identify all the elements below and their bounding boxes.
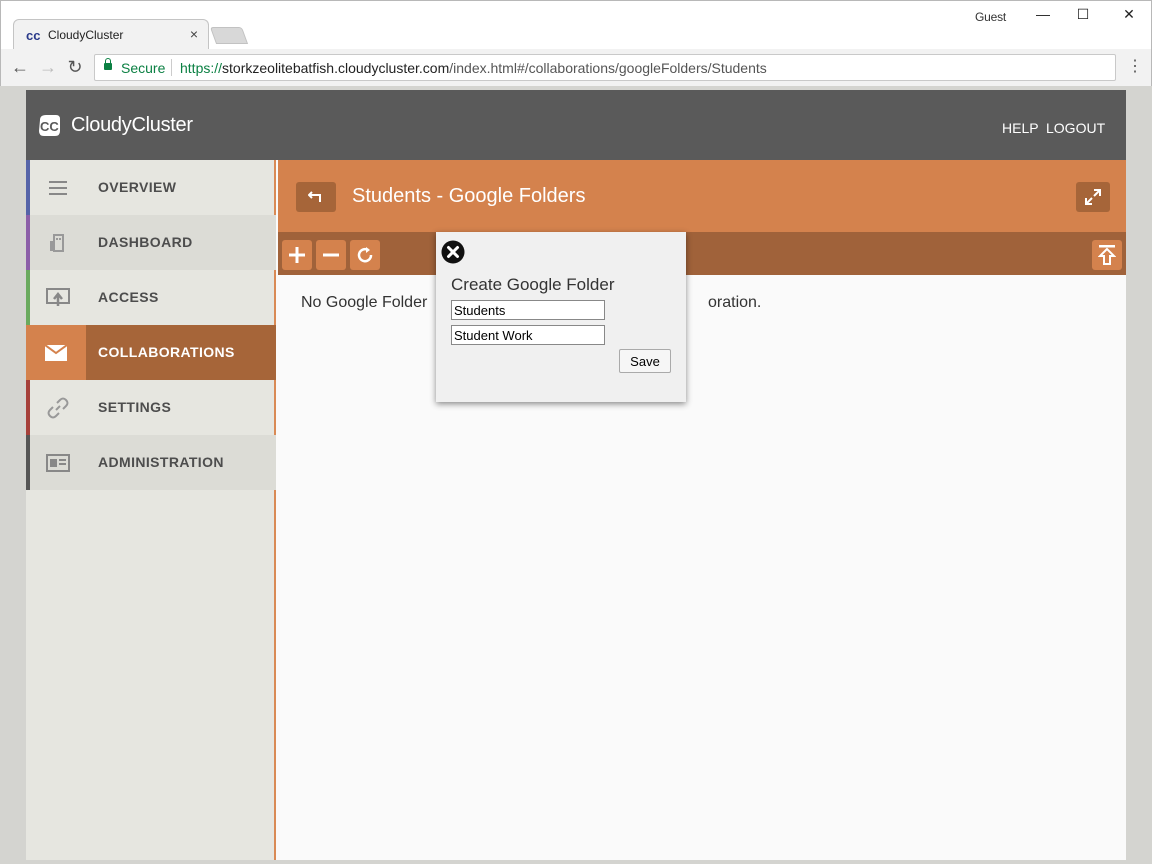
browser-chrome: cc CloudyCluster × Guest — ☐ ✕ ← → ↻ Sec… [0, 0, 1152, 87]
sidebar-item-access[interactable]: ACCESS [26, 270, 276, 325]
content-toolbar [278, 232, 1126, 275]
secure-label: Secure [121, 60, 166, 76]
upload-button[interactable] [1092, 240, 1122, 270]
browser-titlebar: cc CloudyCluster × Guest — ☐ ✕ [1, 1, 1151, 49]
sidebar-item-dashboard[interactable]: DASHBOARD [26, 215, 276, 270]
new-tab-button[interactable] [209, 27, 249, 44]
sidebar-item-collaborations[interactable]: COLLABORATIONS [26, 325, 276, 380]
expand-icon [1085, 189, 1101, 205]
dashboard-icon [30, 215, 86, 270]
reload-icon[interactable]: ↻ [64, 57, 86, 77]
envelope-icon [26, 325, 86, 380]
close-window-icon[interactable]: ✕ [1119, 6, 1139, 23]
back-button[interactable] [296, 182, 336, 212]
minus-icon [323, 253, 339, 257]
access-icon [30, 270, 86, 325]
cloudycluster-logo-icon: CC [39, 115, 60, 136]
empty-message-right: oration. [708, 294, 762, 311]
return-arrow-icon [308, 191, 321, 202]
refresh-icon [357, 247, 373, 263]
back-arrow-icon[interactable]: ← [9, 57, 31, 77]
url-scheme: https:// [180, 60, 223, 76]
sidebar-item-label: COLLABORATIONS [98, 344, 235, 360]
save-button[interactable]: Save [619, 349, 671, 373]
sidebar-item-administration[interactable]: ADMINISTRATION [26, 435, 276, 490]
svg-text:cc: cc [26, 28, 40, 43]
profile-label[interactable]: Guest [975, 10, 1006, 24]
tab-close-icon[interactable]: × [190, 26, 198, 42]
lock-icon [104, 58, 112, 70]
page-title: Students - Google Folders [352, 185, 586, 207]
main-content: Students - Google Folders No Google Fold… [278, 160, 1126, 860]
tab-title: CloudyCluster [48, 28, 124, 42]
folder-name-field[interactable] [451, 300, 605, 320]
sidebar-item-label: DASHBOARD [98, 234, 193, 250]
menu-icon [30, 160, 86, 215]
app-frame: CC CloudyCluster HELP LOGOUT OVERVIEW DA… [26, 90, 1126, 860]
browser-tab[interactable]: cc CloudyCluster × [13, 19, 209, 49]
id-card-icon [30, 435, 86, 490]
maximize-icon[interactable]: ☐ [1073, 6, 1093, 23]
content-header: Students - Google Folders [278, 160, 1126, 232]
url-path: /index.html#/collaborations/googleFolder… [449, 60, 767, 76]
address-bar[interactable]: Secure https://storkzeolitebatfish.cloud… [94, 54, 1116, 81]
expand-button[interactable] [1076, 182, 1110, 212]
cloudycluster-favicon-icon: cc [26, 28, 40, 43]
empty-message-left: No Google Folder [301, 294, 428, 311]
url-text[interactable]: https://storkzeolitebatfish.cloudycluste… [180, 60, 767, 76]
logout-link[interactable]: LOGOUT [1046, 120, 1105, 136]
forward-arrow-icon[interactable]: → [37, 57, 59, 77]
browser-toolbar: ← → ↻ Secure https://storkzeolitebatfish… [1, 49, 1151, 87]
address-separator [171, 59, 172, 76]
add-button[interactable] [282, 240, 312, 270]
page-viewport: CC CloudyCluster HELP LOGOUT OVERVIEW DA… [0, 86, 1152, 864]
create-folder-dialog: Create Google Folder Save [436, 232, 686, 402]
link-icon [30, 380, 86, 435]
url-host: storkzeolitebatfish.cloudycluster.com [222, 60, 450, 76]
folder-description-field[interactable] [451, 325, 605, 345]
close-dialog-icon[interactable] [441, 240, 465, 264]
help-link[interactable]: HELP [1002, 120, 1039, 136]
sidebar-item-label: OVERVIEW [98, 179, 177, 195]
upload-icon [1098, 245, 1116, 265]
minimize-icon[interactable]: — [1033, 6, 1053, 22]
sidebar-item-label: ADMINISTRATION [98, 454, 224, 470]
sidebar-item-label: ACCESS [98, 289, 159, 305]
sidebar: OVERVIEW DASHBOARD ACCESS COLLABORATIONS… [26, 160, 276, 860]
brand-name: CloudyCluster [71, 114, 193, 136]
app-header: CC CloudyCluster HELP LOGOUT [26, 90, 1126, 160]
sidebar-item-overview[interactable]: OVERVIEW [26, 160, 276, 215]
plus-icon [289, 247, 305, 263]
dialog-title: Create Google Folder [451, 275, 615, 294]
svg-text:CC: CC [40, 119, 59, 134]
browser-menu-icon[interactable]: ⋮ [1127, 57, 1143, 77]
sidebar-item-settings[interactable]: SETTINGS [26, 380, 276, 435]
refresh-button[interactable] [350, 240, 380, 270]
sidebar-item-label: SETTINGS [98, 399, 172, 415]
remove-button[interactable] [316, 240, 346, 270]
